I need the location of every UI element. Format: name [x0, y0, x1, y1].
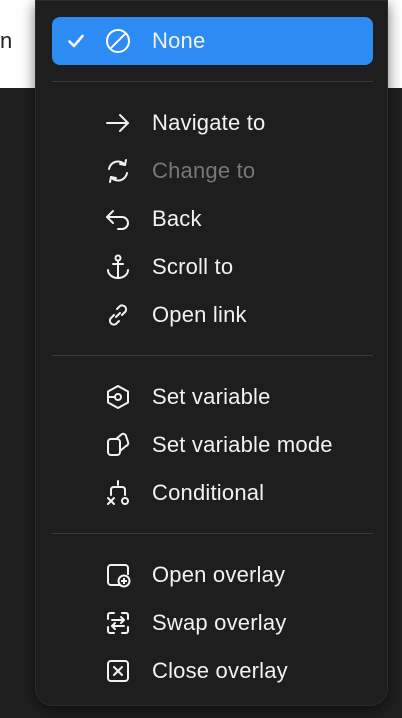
arrow-back-icon [104, 205, 132, 233]
conditional-icon [104, 479, 132, 507]
menu-item-label: None [152, 28, 206, 53]
checkmark-icon [66, 17, 86, 65]
menu-item-label: Conditional [152, 480, 265, 505]
close-overlay-icon [104, 657, 132, 685]
interaction-action-menu: None Navigate to Change to Back Scroll t… [35, 0, 388, 706]
menu-divider [52, 81, 373, 82]
menu-item-back[interactable]: Back [52, 195, 373, 243]
menu-item-set-variable[interactable]: Set variable [52, 373, 373, 421]
menu-item-change-to[interactable]: Change to [52, 147, 373, 195]
menu-item-label: Change to [152, 158, 256, 183]
menu-item-scroll-to[interactable]: Scroll to [52, 243, 373, 291]
variable-mode-icon [104, 431, 132, 459]
menu-item-label: Set variable [152, 384, 271, 409]
prohibited-icon [104, 27, 132, 55]
menu-item-label: Swap overlay [152, 610, 287, 635]
menu-item-close-overlay[interactable]: Close overlay [52, 647, 373, 695]
menu-item-navigate-to[interactable]: Navigate to [52, 99, 373, 147]
menu-divider [52, 533, 373, 534]
open-overlay-icon [104, 561, 132, 589]
menu-item-conditional[interactable]: Conditional [52, 469, 373, 517]
menu-item-open-link[interactable]: Open link [52, 291, 373, 339]
anchor-icon [104, 253, 132, 281]
link-icon [104, 301, 132, 329]
menu-item-label: Open overlay [152, 562, 286, 587]
menu-item-label: Close overlay [152, 658, 288, 683]
swap-overlay-icon [104, 609, 132, 637]
menu-item-label: Set variable mode [152, 432, 333, 457]
menu-item-label: Back [152, 206, 202, 231]
arrow-right-icon [104, 109, 132, 137]
menu-item-none[interactable]: None [52, 17, 373, 65]
swap-arrows-icon [104, 157, 132, 185]
menu-item-label: Navigate to [152, 110, 266, 135]
variable-icon [104, 383, 132, 411]
menu-item-label: Open link [152, 302, 247, 327]
menu-divider [52, 355, 373, 356]
menu-item-label: Scroll to [152, 254, 234, 279]
menu-item-open-overlay[interactable]: Open overlay [52, 551, 373, 599]
background-text-fragment: n [0, 28, 13, 53]
menu-item-set-variable-mode[interactable]: Set variable mode [52, 421, 373, 469]
menu-item-swap-overlay[interactable]: Swap overlay [52, 599, 373, 647]
